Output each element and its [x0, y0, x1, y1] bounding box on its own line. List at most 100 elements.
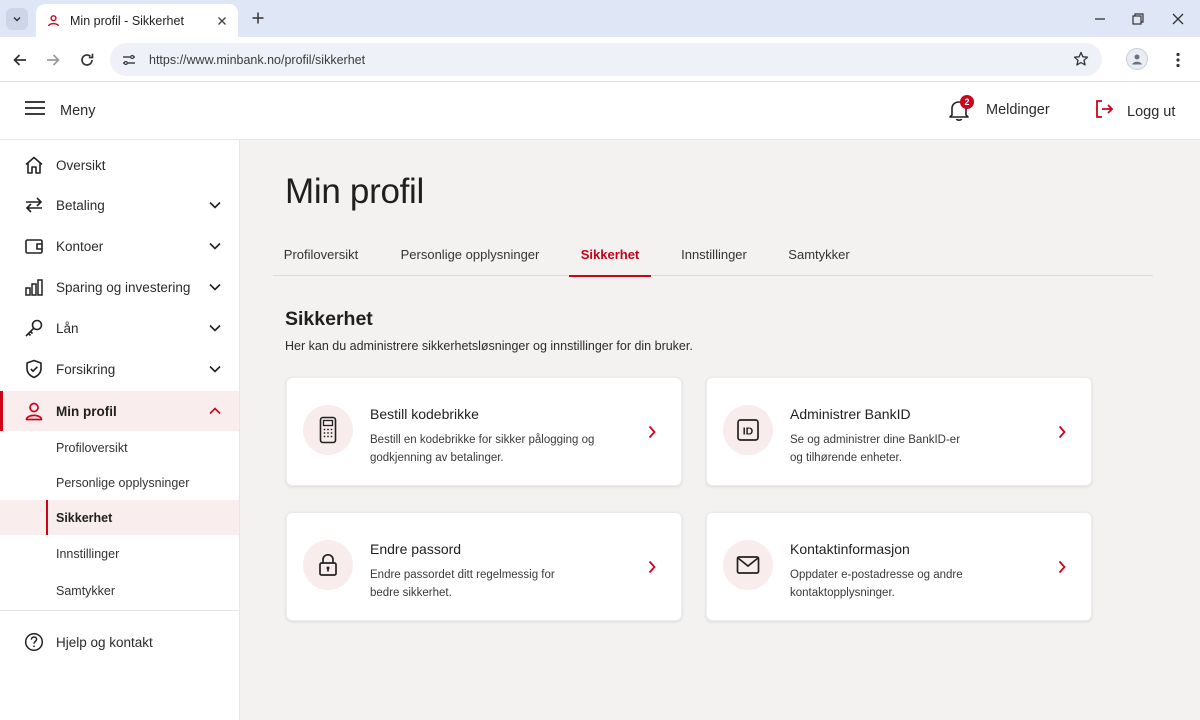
tab-samtykker[interactable]: Samtykker: [779, 233, 859, 276]
sidebar-item-min-profil[interactable]: Min profil: [0, 391, 239, 431]
profile-icon[interactable]: [1126, 48, 1148, 70]
logout-button[interactable]: Logg ut: [1094, 99, 1175, 124]
minimize-icon[interactable]: [1089, 8, 1111, 30]
sidebar-item-label: Betaling: [56, 197, 105, 213]
sidebar-subitem-sikkerhet[interactable]: Sikkerhet: [0, 500, 239, 535]
envelope-icon: [723, 540, 773, 590]
address-bar[interactable]: https://www.minbank.no/profil/sikkerhet: [110, 43, 1102, 76]
sidebar-subitem-innstillinger[interactable]: Innstillinger: [0, 536, 239, 571]
sidebar-subitem-label: Profiloversikt: [56, 440, 128, 455]
card-description-line: godkjenning av betalinger.: [370, 452, 504, 464]
sidebar-item-forsikring[interactable]: Forsikring: [0, 349, 239, 389]
tab-sikkerhet[interactable]: Sikkerhet: [569, 233, 651, 277]
sidebar-item-betaling[interactable]: Betaling: [0, 185, 239, 225]
menu-button[interactable]: Meny: [24, 99, 95, 122]
home-icon: [24, 155, 44, 175]
sidebar-item-label: Oversikt: [56, 157, 106, 173]
notification-badge: 2: [960, 95, 974, 109]
close-icon[interactable]: [214, 13, 230, 29]
chevron-up-icon: [207, 403, 223, 419]
sidebar: Oversikt Betaling Kontoer Sparing og inv…: [0, 140, 240, 720]
logout-label: Logg ut: [1127, 103, 1176, 120]
sidebar-item-kontoer[interactable]: Kontoer: [0, 226, 239, 266]
sidebar-subitem-label: Personlige opplysninger: [56, 475, 190, 490]
tab-title: Min profil - Sikkerhet: [70, 13, 184, 28]
url-text: https://www.minbank.no/profil/sikkerhet: [149, 52, 366, 67]
close-window-icon[interactable]: [1167, 8, 1189, 30]
card-bestill-kodebrikke[interactable]: Bestill kodebrikke Bestill en kodebrikke…: [286, 377, 682, 486]
sidebar-item-label: Forsikring: [56, 361, 116, 377]
card-title: Endre passord: [370, 541, 462, 557]
section-title: Sikkerhet: [285, 308, 373, 330]
card-endre-passord[interactable]: Endre passord Endre passordet ditt regel…: [286, 512, 682, 621]
sidebar-item-label: Sparing og investering: [56, 279, 191, 295]
card-description-line: Oppdater e-postadresse og andre: [790, 569, 963, 581]
kebab-icon[interactable]: [1168, 49, 1188, 71]
tab-search-icon[interactable]: [6, 8, 28, 30]
sidebar-item-label: Min profil: [56, 403, 117, 419]
sidebar-subitem-label: Innstillinger: [56, 546, 120, 561]
notifications-label: Meldinger: [986, 102, 1050, 118]
card-description-line: Se og administrer dine BankID-er: [790, 434, 961, 446]
chevron-down-icon: [207, 320, 223, 336]
card-description: Bestill en kodebrikke for sikker påloggi…: [370, 431, 610, 467]
sidebar-item-lan[interactable]: Lån: [0, 308, 239, 348]
plus-icon[interactable]: [248, 8, 268, 28]
sidebar-item-label: Kontoer: [56, 238, 104, 254]
chevron-down-icon: [207, 361, 223, 377]
card-title: Bestill kodebrikke: [370, 406, 479, 422]
shield-icon: [24, 359, 44, 379]
chevron-down-icon: [207, 238, 223, 254]
lock-icon: [303, 540, 353, 590]
chevron-down-icon: [207, 279, 223, 295]
card-description-line: bedre sikkerhet.: [370, 587, 452, 599]
bank-favicon-icon: [46, 14, 60, 28]
chevron-down-icon: [207, 197, 223, 213]
id-card-icon: ID: [723, 405, 773, 455]
sidebar-subitem-personlige-opplysninger[interactable]: Personlige opplysninger: [0, 465, 239, 500]
star-icon[interactable]: [1072, 50, 1090, 68]
sidebar-subitem-samtykker[interactable]: Samtykker: [0, 573, 239, 608]
chevron-right-icon: [1055, 559, 1069, 575]
card-kontaktinformasjon[interactable]: Kontaktinformasjon Oppdater e-postadress…: [706, 512, 1092, 621]
card-description: Endre passordet ditt regelmessig for bed…: [370, 566, 610, 602]
browser-tab[interactable]: Min profil - Sikkerhet: [36, 4, 238, 37]
back-icon[interactable]: [9, 49, 31, 71]
reload-icon[interactable]: [76, 49, 98, 71]
hamburger-icon: [24, 99, 46, 122]
sidebar-item-help[interactable]: Hjelp og kontakt: [0, 622, 239, 662]
main-content: Min profil Profiloversikt Personlige opp…: [240, 140, 1200, 720]
card-title: Kontaktinformasjon: [790, 541, 910, 557]
tab-innstillinger[interactable]: Innstillinger: [671, 233, 757, 276]
sidebar-item-label: Lån: [56, 320, 79, 336]
card-description: Se og administrer dine BankID-er og tilh…: [790, 431, 1030, 467]
forward-icon[interactable]: [42, 49, 64, 71]
logout-icon: [1094, 99, 1114, 124]
bar-chart-icon: [24, 277, 44, 297]
card-title: Administrer BankID: [790, 406, 911, 422]
site-settings-icon[interactable]: [119, 50, 139, 70]
chevron-right-icon: [1055, 424, 1069, 440]
code-device-icon: [303, 405, 353, 455]
sidebar-item-oversikt[interactable]: Oversikt: [0, 145, 239, 185]
notifications-button[interactable]: 2 Meldinger: [948, 95, 1050, 122]
sidebar-subitem-profiloversikt[interactable]: Profiloversikt: [0, 430, 239, 465]
page-title: Min profil: [285, 172, 424, 211]
app-header: Meny 2 Meldinger Logg ut: [0, 82, 1200, 140]
chevron-right-icon: [645, 559, 659, 575]
tab-profiloversikt[interactable]: Profiloversikt: [273, 233, 369, 276]
transfer-icon: [24, 195, 44, 215]
card-administrer-bankid[interactable]: ID Administrer BankID Se og administrer …: [706, 377, 1092, 486]
key-icon: [24, 318, 44, 338]
bell-icon: 2: [948, 95, 974, 122]
tab-personlige-opplysninger[interactable]: Personlige opplysninger: [389, 233, 551, 276]
menu-label: Meny: [60, 102, 96, 119]
sidebar-item-label: Hjelp og kontakt: [56, 634, 153, 650]
sidebar-item-sparing[interactable]: Sparing og investering: [0, 267, 239, 307]
user-icon: [24, 401, 44, 421]
wallet-icon: [24, 236, 44, 256]
svg-text:ID: ID: [743, 425, 754, 437]
restore-icon[interactable]: [1127, 8, 1149, 30]
help-icon: [24, 632, 44, 652]
browser-tabstrip: Min profil - Sikkerhet: [0, 0, 1200, 37]
